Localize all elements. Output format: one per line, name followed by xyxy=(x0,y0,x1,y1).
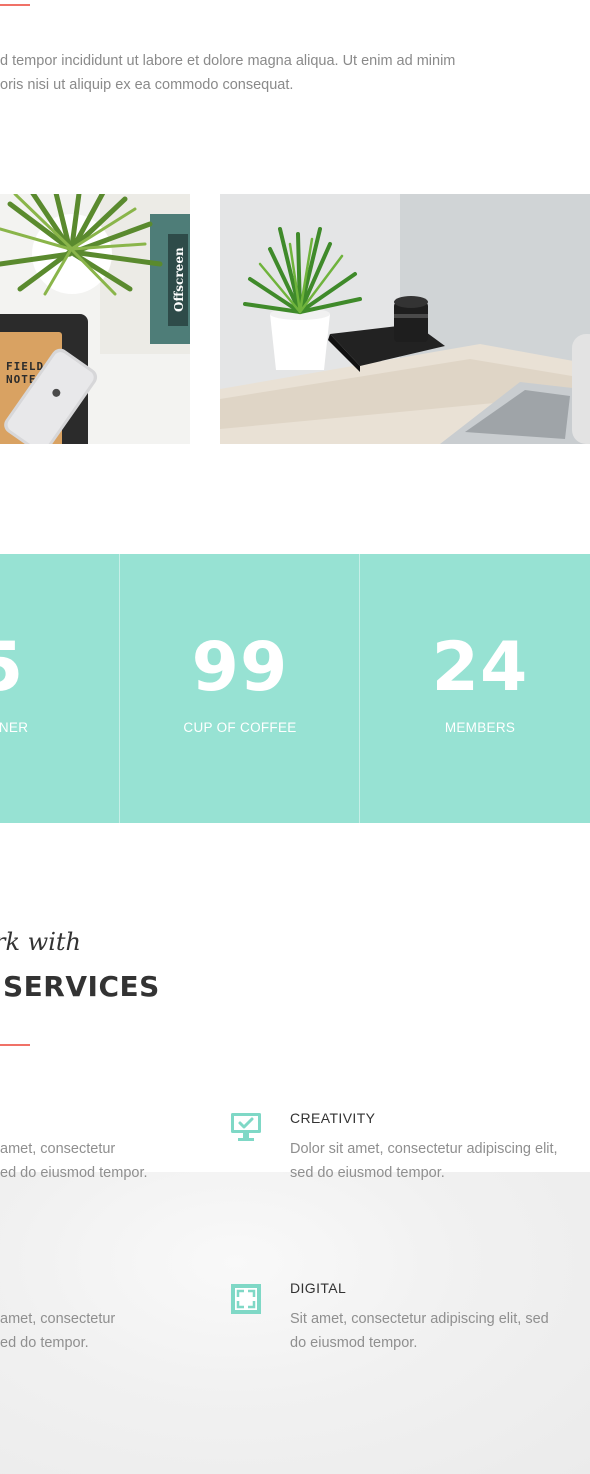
services-title: SERVICES xyxy=(3,970,160,1003)
intro-line-1: d tempor incididunt ut labore et dolore … xyxy=(0,53,456,69)
counter-members: 24 MEMBERS xyxy=(360,554,590,823)
service-line: ed do eiusmod tempor. xyxy=(0,1165,148,1181)
desk-notebook-illustration: Offscreen FIELD NOTE xyxy=(0,194,190,444)
service-text-left-2: amet, consectetur ed do tempor. xyxy=(0,1307,115,1355)
services-accent-line xyxy=(0,1044,30,1046)
counter-number: 99 xyxy=(191,628,289,707)
intro-line-2: oris nisi ut aliquip ex ea commodo conse… xyxy=(0,77,294,93)
service-line: amet, consectetur xyxy=(0,1141,116,1157)
counter-winner: 5 WINNER xyxy=(0,554,120,823)
counter-label: CUP OF COFFEE xyxy=(183,720,297,735)
counters-section: 5 WINNER 99 CUP OF COFFEE 24 MEMBERS xyxy=(0,554,590,823)
service-heading-digital: DIGITAL xyxy=(290,1280,347,1296)
service-line: Dolor sit amet, consectetur adipiscing e… xyxy=(290,1141,558,1157)
monitor-check-icon xyxy=(229,1110,263,1144)
notebook-cover-text: FIELD xyxy=(6,360,44,373)
services-script-heading: rk with xyxy=(0,928,81,956)
gallery-photo-desk-notebook[interactable]: Offscreen FIELD NOTE xyxy=(0,194,190,444)
service-text-creativity: Dolor sit amet, consectetur adipiscing e… xyxy=(290,1137,558,1185)
page: d tempor incididunt ut labore et dolore … xyxy=(0,0,590,1474)
service-text-digital: Sit amet, consectetur adipiscing elit, s… xyxy=(290,1307,549,1355)
service-line: ed do tempor. xyxy=(0,1335,89,1351)
counter-cup-of-coffee: 99 CUP OF COFFEE xyxy=(120,554,360,823)
counter-label: MEMBERS xyxy=(444,720,516,735)
counter-number: 24 xyxy=(431,628,529,707)
intro-paragraph: d tempor incididunt ut labore et dolore … xyxy=(0,49,590,97)
book-spine-text: Offscreen xyxy=(172,247,186,312)
desk-camera-illustration xyxy=(220,194,590,444)
gallery-photo-desk-camera[interactable] xyxy=(220,194,590,444)
counter-label: WINNER xyxy=(0,720,29,735)
service-line: do eiusmod tempor. xyxy=(290,1335,418,1351)
counter-number: 5 xyxy=(0,628,120,708)
service-line: amet, consectetur xyxy=(0,1311,116,1327)
service-heading-creativity: CREATIVITY xyxy=(290,1110,376,1126)
fullscreen-frame-icon xyxy=(229,1282,263,1316)
service-text-left-1: amet, consectetur ed do eiusmod tempor. xyxy=(0,1137,148,1185)
top-accent-line xyxy=(0,4,30,6)
service-line: sed do eiusmod tempor. xyxy=(290,1165,445,1181)
service-line: Sit amet, consectetur adipiscing elit, s… xyxy=(290,1311,549,1327)
